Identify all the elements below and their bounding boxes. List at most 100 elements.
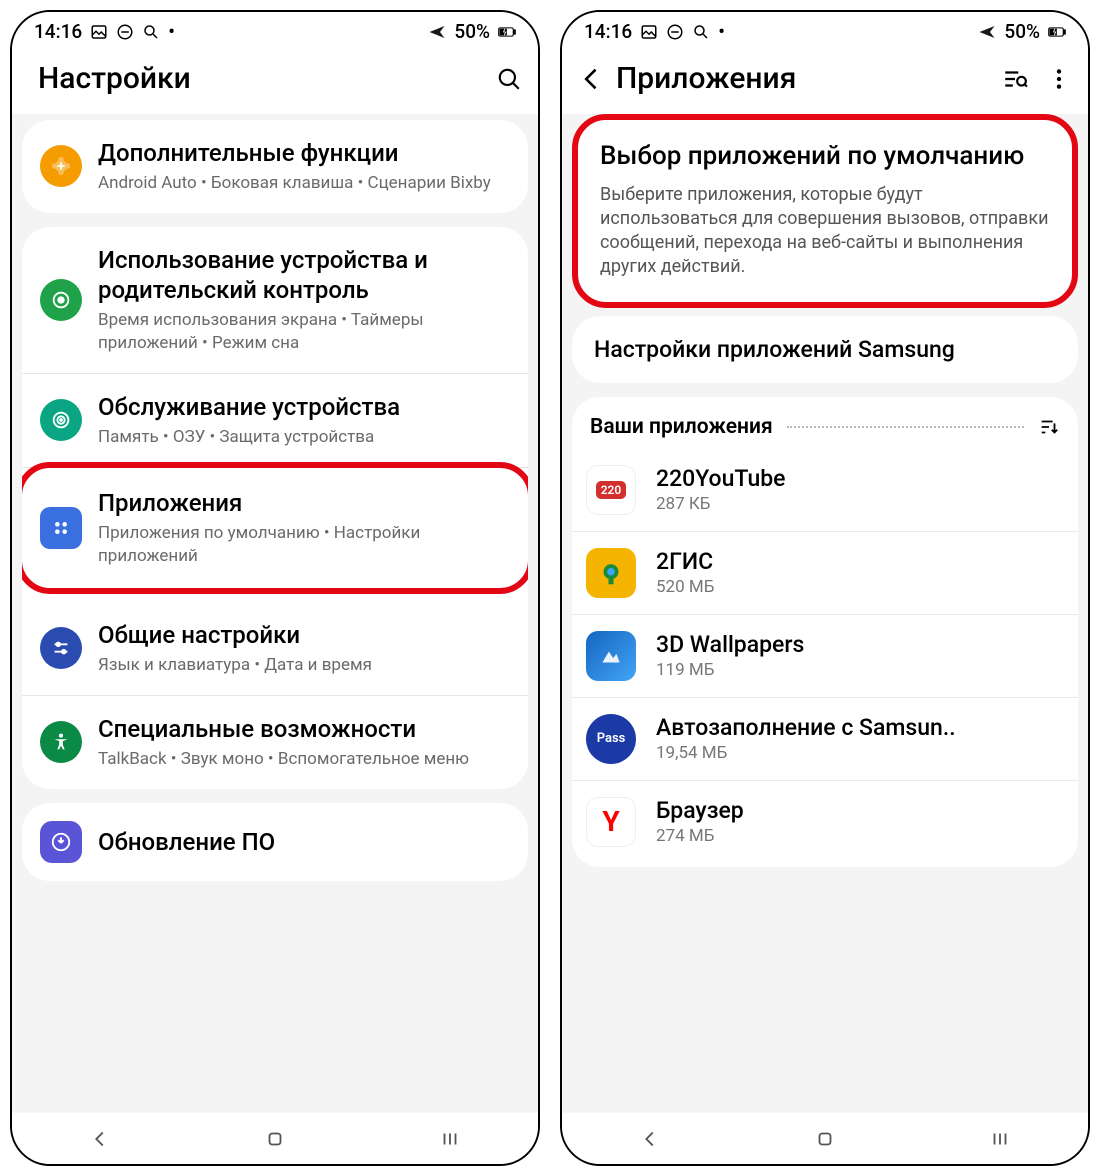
- page-title: Приложения: [616, 61, 984, 96]
- settings-row-general[interactable]: Общие настройки Язык и клавиатура • Дата…: [22, 602, 528, 696]
- battery-icon: [1048, 23, 1066, 41]
- app-icon: [586, 631, 636, 681]
- row-sub: Android Auto • Боковая клавиша • Сценари…: [98, 172, 510, 195]
- plus-icon: [40, 145, 82, 187]
- app-row-2gis[interactable]: 2ГИС 520 МБ: [572, 532, 1078, 615]
- app-name: Автозаполнение с Samsun..: [656, 714, 1064, 741]
- row-title: Специальные возможности: [98, 714, 510, 744]
- nav-recent-icon[interactable]: [989, 1128, 1011, 1150]
- highlight-default-apps: Выбор приложений по умолчанию Выберите п…: [572, 114, 1078, 308]
- apps-section-header: Ваши приложения: [572, 397, 1078, 449]
- app-size: 119 МБ: [656, 660, 1064, 680]
- settings-row-apps[interactable]: Приложения Приложения по умолчанию • Нас…: [22, 468, 528, 588]
- app-icon: 220: [586, 465, 636, 515]
- app-icon: Y: [586, 797, 636, 847]
- dnd-icon: [116, 23, 134, 41]
- status-bar: 14:16 • 50%: [12, 12, 538, 47]
- row-sub: Память • ОЗУ • Защита устройства: [98, 426, 510, 449]
- phone-left: 14:16 • 50% Настройки Дополнительные фун…: [10, 10, 540, 1166]
- app-name: 220YouTube: [656, 465, 1064, 492]
- back-icon[interactable]: [578, 65, 606, 93]
- download-icon: [40, 821, 82, 863]
- settings-row-advanced[interactable]: Дополнительные функции Android Auto • Бо…: [22, 120, 528, 213]
- nav-home-icon[interactable]: [264, 1128, 286, 1150]
- picture-icon: [90, 23, 108, 41]
- row-title: Использование устройства и родительский …: [98, 245, 510, 305]
- airplane-icon: [428, 23, 446, 41]
- apps-list-card: Ваши приложения 220 220YouTube 287 КБ: [572, 397, 1078, 867]
- app-icon: Pass: [586, 714, 636, 764]
- page-header: Приложения: [562, 47, 1088, 114]
- search-mini-icon: [692, 23, 710, 41]
- row-title: Обслуживание устройства: [98, 392, 510, 422]
- app-name: 2ГИС: [656, 548, 1064, 575]
- default-apps-sub: Выберите приложения, которые будут испол…: [600, 183, 1050, 280]
- app-size: 274 МБ: [656, 826, 1064, 846]
- accessibility-icon: [40, 721, 82, 763]
- row-sub: TalkBack • Звук моно • Вспомогательное м…: [98, 748, 510, 771]
- app-row-3dwallpapers[interactable]: 3D Wallpapers 119 МБ: [572, 615, 1078, 698]
- status-time: 14:16: [34, 20, 82, 43]
- highlight-apps: Приложения Приложения по умолчанию • Нас…: [22, 462, 528, 594]
- phone-right: 14:16 • 50% Приложения Выбор приложений …: [560, 10, 1090, 1166]
- settings-card: Дополнительные функции Android Auto • Бо…: [22, 120, 528, 213]
- app-size: 520 МБ: [656, 577, 1064, 597]
- nav-home-icon[interactable]: [814, 1128, 836, 1150]
- nav-bar: [562, 1112, 1088, 1164]
- settings-card: Обновление ПО: [22, 803, 528, 881]
- sliders-icon: [40, 627, 82, 669]
- row-sub: Язык и клавиатура • Дата и время: [98, 654, 510, 677]
- settings-row-update[interactable]: Обновление ПО: [22, 803, 528, 881]
- dots-divider: [787, 426, 1024, 428]
- nav-back-icon[interactable]: [639, 1128, 661, 1150]
- app-row-220youtube[interactable]: 220 220YouTube 287 КБ: [572, 449, 1078, 532]
- settings-row-wellbeing[interactable]: Использование устройства и родительский …: [22, 227, 528, 374]
- sort-icon[interactable]: [1038, 416, 1060, 438]
- app-row-samsung-pass[interactable]: Pass Автозаполнение с Samsun.. 19,54 МБ: [572, 698, 1078, 781]
- row-sub: Время использования экрана • Таймеры при…: [98, 309, 510, 355]
- airplane-icon: [978, 23, 996, 41]
- apps-icon: [40, 507, 82, 549]
- samsung-app-settings-row[interactable]: Настройки приложений Samsung: [572, 316, 1078, 383]
- app-name: 3D Wallpapers: [656, 631, 1064, 658]
- samsung-settings-card: Настройки приложений Samsung: [572, 316, 1078, 383]
- settings-scroll[interactable]: Дополнительные функции Android Auto • Бо…: [12, 114, 538, 1112]
- search-icon[interactable]: [496, 66, 522, 92]
- default-apps-row[interactable]: Выбор приложений по умолчанию Выберите п…: [578, 120, 1072, 302]
- row-title: Приложения: [98, 488, 510, 518]
- section-title: Ваши приложения: [590, 415, 773, 439]
- row-title: Дополнительные функции: [98, 138, 510, 168]
- app-row-browser[interactable]: Y Браузер 274 МБ: [572, 781, 1078, 863]
- row-sub: Приложения по умолчанию • Настройки прил…: [98, 522, 510, 568]
- search-mini-icon: [142, 23, 160, 41]
- status-time: 14:16: [584, 20, 632, 43]
- filter-search-icon[interactable]: [1002, 66, 1028, 92]
- picture-icon: [640, 23, 658, 41]
- battery-icon: [498, 23, 516, 41]
- dnd-icon: [666, 23, 684, 41]
- page-title: Настройки: [38, 61, 478, 96]
- shield-icon: [40, 279, 82, 321]
- status-bar: 14:16 • 50%: [562, 12, 1088, 47]
- page-header: Настройки: [12, 47, 538, 114]
- app-size: 287 КБ: [656, 494, 1064, 514]
- battery-pct: 50%: [1004, 20, 1040, 43]
- default-apps-title: Выбор приложений по умолчанию: [600, 140, 1050, 173]
- settings-row-device-care[interactable]: Обслуживание устройства Память • ОЗУ • З…: [22, 374, 528, 468]
- app-name: Браузер: [656, 797, 1064, 824]
- status-dot: •: [168, 20, 175, 43]
- target-icon: [40, 399, 82, 441]
- app-icon: [586, 548, 636, 598]
- settings-row-accessibility[interactable]: Специальные возможности TalkBack • Звук …: [22, 696, 528, 789]
- nav-recent-icon[interactable]: [439, 1128, 461, 1150]
- more-icon[interactable]: [1046, 66, 1072, 92]
- app-size: 19,54 МБ: [656, 743, 1064, 763]
- apps-scroll[interactable]: Выбор приложений по умолчанию Выберите п…: [562, 114, 1088, 1112]
- status-dot: •: [718, 20, 725, 43]
- nav-back-icon[interactable]: [89, 1128, 111, 1150]
- battery-pct: 50%: [454, 20, 490, 43]
- row-title: Обновление ПО: [98, 827, 510, 857]
- nav-bar: [12, 1112, 538, 1164]
- settings-card: Использование устройства и родительский …: [22, 227, 528, 789]
- row-title: Общие настройки: [98, 620, 510, 650]
